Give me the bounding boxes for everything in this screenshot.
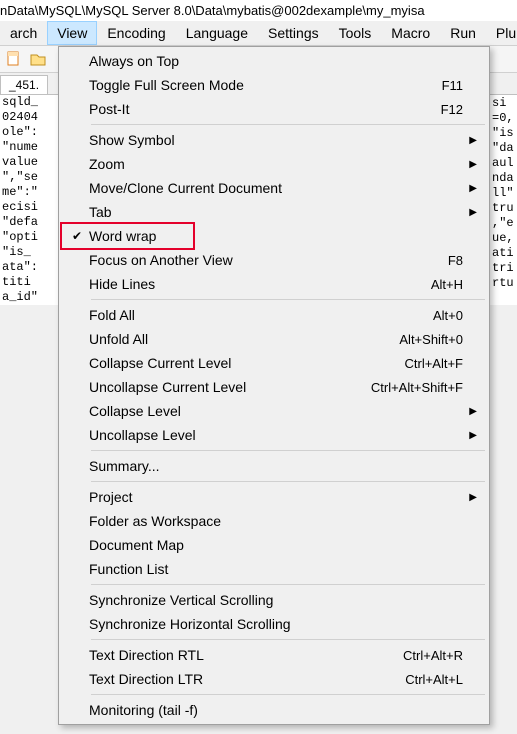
- menu-settings[interactable]: Settings: [258, 21, 329, 45]
- submenu-arrow-icon: ▶: [463, 159, 477, 170]
- menu-separator: [91, 639, 485, 640]
- menu-separator: [91, 481, 485, 482]
- menuitem-label: Uncollapse Current Level: [89, 379, 361, 395]
- submenu-arrow-icon: ▶: [463, 430, 477, 441]
- menu-run[interactable]: Run: [440, 21, 486, 45]
- menuitem-monitoring-tail-f[interactable]: Monitoring (tail -f): [61, 698, 487, 722]
- menuitem-label: Move/Clone Current Document: [89, 180, 463, 196]
- menuitem-shortcut: F11: [442, 78, 463, 93]
- menuitem-zoom[interactable]: Zoom▶: [61, 152, 487, 176]
- submenu-arrow-icon: ▶: [463, 207, 477, 218]
- menuitem-label: Document Map: [89, 537, 463, 553]
- menuitem-label: Hide Lines: [89, 276, 421, 292]
- menuitem-uncollapse-level[interactable]: Uncollapse Level▶: [61, 423, 487, 447]
- menuitem-label: Focus on Another View: [89, 252, 438, 268]
- menuitem-shortcut: Alt+Shift+0: [399, 332, 463, 347]
- menu-bar: archViewEncodingLanguageSettingsToolsMac…: [0, 21, 517, 46]
- menuitem-move-clone-current-document[interactable]: Move/Clone Current Document▶: [61, 176, 487, 200]
- menuitem-label: Summary...: [89, 458, 463, 474]
- menuitem-shortcut: F12: [441, 102, 463, 117]
- menuitem-shortcut: Ctrl+Alt+Shift+F: [371, 380, 463, 395]
- menu-plu[interactable]: Plu: [486, 21, 517, 45]
- menu-macro[interactable]: Macro: [381, 21, 440, 45]
- submenu-arrow-icon: ▶: [463, 406, 477, 417]
- editor-right-fragment: si =0, "is "da aul nda ll" tru ,"e ue, a…: [492, 96, 517, 291]
- menuitem-document-map[interactable]: Document Map: [61, 533, 487, 557]
- menuitem-shortcut: F8: [448, 253, 463, 268]
- menuitem-label: Fold All: [89, 307, 423, 323]
- menu-separator: [91, 299, 485, 300]
- menuitem-text-direction-rtl[interactable]: Text Direction RTL Ctrl+Alt+R: [61, 643, 487, 667]
- menuitem-text-direction-ltr[interactable]: Text Direction LTR Ctrl+Alt+L: [61, 667, 487, 691]
- menuitem-label: Function List: [89, 561, 463, 577]
- menuitem-unfold-all[interactable]: Unfold All Alt+Shift+0: [61, 327, 487, 351]
- file-new-icon[interactable]: [4, 49, 24, 69]
- menuitem-shortcut: Alt+H: [431, 277, 463, 292]
- menuitem-collapse-level[interactable]: Collapse Level▶: [61, 399, 487, 423]
- menuitem-hide-lines[interactable]: Hide Lines Alt+H: [61, 272, 487, 296]
- menuitem-toggle-full-screen-mode[interactable]: Toggle Full Screen Mode F11: [61, 73, 487, 97]
- menuitem-label: Collapse Level: [89, 403, 463, 419]
- menuitem-always-on-top[interactable]: Always on Top: [61, 49, 487, 73]
- title-bar: nData\MySQL\MySQL Server 8.0\Data\mybati…: [0, 0, 517, 21]
- menu-separator: [91, 124, 485, 125]
- file-tab[interactable]: _451.: [0, 75, 48, 94]
- tab-label: _451.: [9, 78, 39, 92]
- menu-encoding[interactable]: Encoding: [97, 21, 175, 45]
- check-icon: ✔: [65, 229, 89, 243]
- menuitem-word-wrap[interactable]: ✔Word wrap: [61, 224, 487, 248]
- menu-separator: [91, 450, 485, 451]
- menuitem-label: Folder as Workspace: [89, 513, 463, 529]
- menuitem-label: Zoom: [89, 156, 463, 172]
- menuitem-synchronize-vertical-scrolling[interactable]: Synchronize Vertical Scrolling: [61, 588, 487, 612]
- menuitem-tab[interactable]: Tab▶: [61, 200, 487, 224]
- menuitem-shortcut: Ctrl+Alt+R: [403, 648, 463, 663]
- menu-separator: [91, 694, 485, 695]
- menuitem-label: Show Symbol: [89, 132, 463, 148]
- menuitem-uncollapse-current-level[interactable]: Uncollapse Current Level Ctrl+Alt+Shift+F: [61, 375, 487, 399]
- menuitem-post-it[interactable]: Post-It F12: [61, 97, 487, 121]
- menuitem-label: Toggle Full Screen Mode: [89, 77, 432, 93]
- submenu-arrow-icon: ▶: [463, 135, 477, 146]
- menuitem-shortcut: Ctrl+Alt+F: [404, 356, 463, 371]
- menuitem-folder-as-workspace[interactable]: Folder as Workspace: [61, 509, 487, 533]
- menuitem-label: Uncollapse Level: [89, 427, 463, 443]
- menuitem-fold-all[interactable]: Fold All Alt+0: [61, 303, 487, 327]
- menuitem-function-list[interactable]: Function List: [61, 557, 487, 581]
- menuitem-label: Synchronize Horizontal Scrolling: [89, 616, 463, 632]
- menuitem-project[interactable]: Project▶: [61, 485, 487, 509]
- menuitem-label: Always on Top: [89, 53, 463, 69]
- menu-separator: [91, 584, 485, 585]
- menuitem-label: Monitoring (tail -f): [89, 702, 463, 718]
- menuitem-label: Project: [89, 489, 463, 505]
- menu-view[interactable]: View: [47, 21, 97, 45]
- menuitem-label: Text Direction RTL: [89, 647, 393, 663]
- submenu-arrow-icon: ▶: [463, 183, 477, 194]
- menuitem-summary[interactable]: Summary...: [61, 454, 487, 478]
- menuitem-focus-on-another-view[interactable]: Focus on Another View F8: [61, 248, 487, 272]
- menuitem-shortcut: Ctrl+Alt+L: [405, 672, 463, 687]
- menuitem-label: Tab: [89, 204, 463, 220]
- menuitem-label: Collapse Current Level: [89, 355, 394, 371]
- menuitem-synchronize-horizontal-scrolling[interactable]: Synchronize Horizontal Scrolling: [61, 612, 487, 636]
- menuitem-label: Text Direction LTR: [89, 671, 395, 687]
- file-open-icon[interactable]: [28, 49, 48, 69]
- submenu-arrow-icon: ▶: [463, 492, 477, 503]
- menu-arch[interactable]: arch: [0, 21, 47, 45]
- menuitem-label: Unfold All: [89, 331, 389, 347]
- view-menu-dropdown: Always on Top Toggle Full Screen Mode F11 P…: [58, 46, 490, 725]
- menuitem-label: Synchronize Vertical Scrolling: [89, 592, 463, 608]
- menuitem-label: Word wrap: [89, 228, 463, 244]
- menuitem-collapse-current-level[interactable]: Collapse Current Level Ctrl+Alt+F: [61, 351, 487, 375]
- menu-language[interactable]: Language: [176, 21, 258, 45]
- menuitem-label: Post-It: [89, 101, 431, 117]
- menuitem-shortcut: Alt+0: [433, 308, 463, 323]
- menu-tools[interactable]: Tools: [329, 21, 382, 45]
- menuitem-show-symbol[interactable]: Show Symbol▶: [61, 128, 487, 152]
